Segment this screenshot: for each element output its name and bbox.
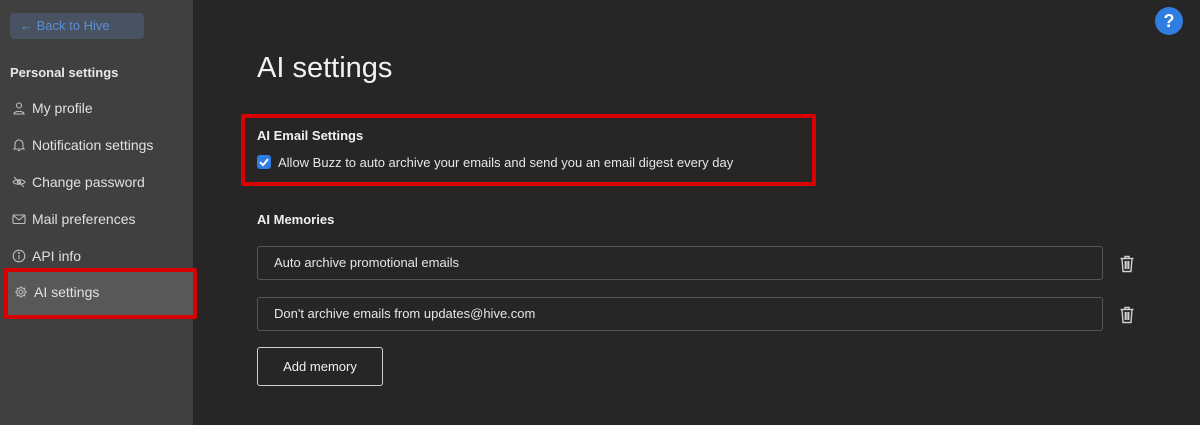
memory-input[interactable]: Auto archive promotional emails xyxy=(257,246,1103,280)
sidebar-item-api-info[interactable]: API info xyxy=(10,245,81,267)
sidebar-item-label: Change password xyxy=(32,174,145,190)
sidebar-item-label: Mail preferences xyxy=(32,211,136,227)
trash-icon[interactable] xyxy=(1119,306,1135,324)
highlight-box-sidebar xyxy=(4,268,197,319)
ai-memories-heading: AI Memories xyxy=(257,212,335,227)
auto-archive-checkbox-label[interactable]: Allow Buzz to auto archive your emails a… xyxy=(278,155,733,170)
sidebar-item-label: API info xyxy=(32,248,82,264)
sidebar-item-label: Notification settings xyxy=(32,137,154,153)
page-title: AI settings xyxy=(257,52,393,84)
back-to-hive-button[interactable]: ← Back to Hive xyxy=(10,13,144,39)
bell-icon xyxy=(12,138,26,152)
help-button[interactable]: ? xyxy=(1155,7,1183,35)
add-memory-button[interactable]: Add memory xyxy=(257,347,383,386)
highlight-box-email-settings xyxy=(241,114,816,186)
personal-settings-heading: Personal settings xyxy=(10,65,119,80)
auto-archive-checkbox[interactable] xyxy=(257,155,271,169)
sidebar-item-mail-preferences[interactable]: Mail preferences xyxy=(10,208,136,230)
sidebar-item-label: My profile xyxy=(32,100,93,116)
memory-input[interactable]: Don't archive emails from updates@hive.c… xyxy=(257,297,1103,331)
sidebar: ← Back to Hive Personal settings My prof… xyxy=(0,0,194,425)
eye-off-icon xyxy=(12,175,26,189)
sidebar-item-my-profile[interactable]: My profile xyxy=(10,97,93,119)
person-icon xyxy=(12,101,26,115)
trash-icon[interactable] xyxy=(1119,255,1135,273)
ai-email-settings-heading: AI Email Settings xyxy=(257,128,364,143)
sidebar-item-notification-settings[interactable]: Notification settings xyxy=(10,134,153,156)
info-icon xyxy=(12,249,26,263)
sidebar-item-change-password[interactable]: Change password xyxy=(10,171,145,193)
mail-icon xyxy=(12,212,26,226)
